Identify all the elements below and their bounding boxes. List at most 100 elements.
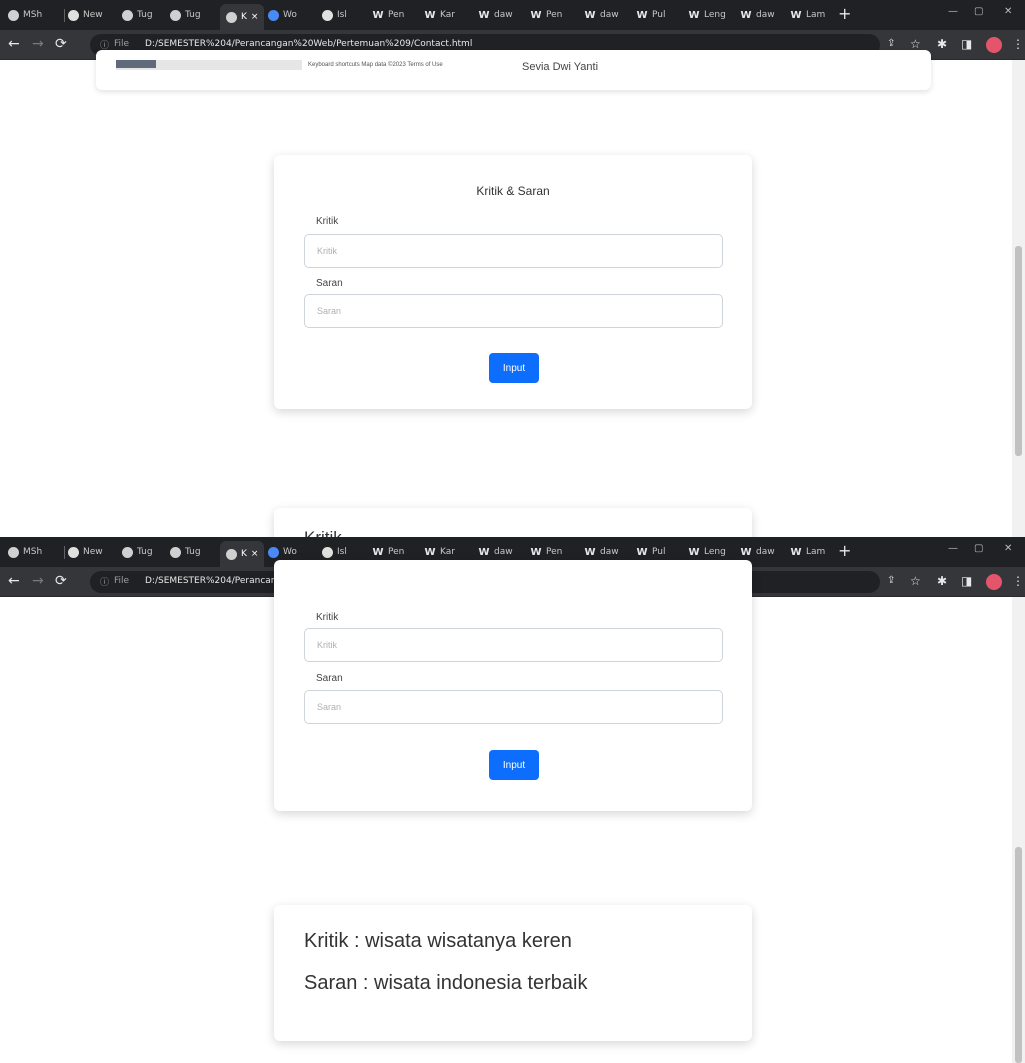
- tab-lam[interactable]: W Lam: [790, 542, 834, 562]
- scrollbar[interactable]: [1012, 60, 1025, 537]
- side-panel-icon[interactable]: ◨: [961, 574, 972, 588]
- back-icon[interactable]: ←: [8, 573, 20, 589]
- close-icon[interactable]: ×: [251, 12, 259, 22]
- page-icon: [226, 11, 237, 23]
- menu-icon[interactable]: ⋮: [1012, 574, 1024, 588]
- kritik-input[interactable]: [305, 629, 722, 661]
- kritik-field[interactable]: [304, 628, 723, 662]
- feedback-form-card: Kritik Saran Input: [274, 560, 752, 811]
- close-window-icon[interactable]: ✕: [1004, 543, 1012, 554]
- classroom-icon: [170, 9, 181, 21]
- tab-isl[interactable]: Isl: [322, 5, 362, 25]
- back-icon[interactable]: ←: [8, 36, 20, 52]
- wikipedia-icon: W: [530, 9, 542, 21]
- input-button[interactable]: Input: [489, 353, 539, 383]
- share-icon[interactable]: ⇪: [887, 37, 895, 51]
- maximize-icon[interactable]: ▢: [974, 6, 983, 17]
- dark-mode-icon: [8, 9, 19, 21]
- tab-active-contact[interactable]: K ×: [220, 541, 264, 567]
- wikipedia-icon: W: [478, 546, 490, 558]
- tab-daw-2[interactable]: Wdaw: [584, 5, 628, 25]
- tab-daw-3[interactable]: Wdaw: [740, 5, 784, 25]
- tab-leng[interactable]: W Leng: [688, 542, 736, 562]
- menu-icon[interactable]: ⋮: [1012, 37, 1024, 51]
- minimize-icon[interactable]: —: [948, 543, 958, 554]
- tab-lam[interactable]: W Lam: [790, 5, 834, 25]
- tab-daw-1[interactable]: Wdaw: [478, 542, 522, 562]
- maximize-icon[interactable]: ▢: [974, 543, 983, 554]
- file-scheme-label: File: [114, 39, 130, 49]
- tab-tug-1[interactable]: Tug: [122, 5, 162, 25]
- forward-icon[interactable]: →: [32, 36, 44, 52]
- file-scheme-label: File: [114, 576, 130, 586]
- extensions-icon[interactable]: ✱: [937, 574, 947, 588]
- dark-mode-icon: [8, 546, 19, 558]
- tab-daw-2[interactable]: Wdaw: [584, 542, 628, 562]
- tab-kar[interactable]: W Kar: [424, 542, 468, 562]
- close-icon[interactable]: ×: [251, 549, 259, 559]
- map-attribution: Keyboard shortcuts Map data ©2023 Terms …: [308, 62, 443, 68]
- wikipedia-icon: W: [584, 546, 596, 558]
- forward-icon[interactable]: →: [32, 573, 44, 589]
- tab-active-contact[interactable]: K ×: [220, 4, 264, 30]
- tab-pen-2[interactable]: W Pen: [530, 5, 574, 25]
- tab-pen-2[interactable]: W Pen: [530, 542, 574, 562]
- tab-separator: [64, 546, 65, 559]
- tab-msh[interactable]: MSh: [8, 5, 44, 25]
- kritik-field[interactable]: [304, 234, 723, 268]
- classroom-icon: [122, 546, 133, 558]
- tab-wo[interactable]: Wo: [268, 542, 308, 562]
- scrollbar-thumb[interactable]: [1015, 847, 1022, 1063]
- tab-pen-1[interactable]: W Pen: [372, 542, 416, 562]
- wikipedia-icon: W: [688, 546, 700, 558]
- saran-field[interactable]: [304, 294, 723, 328]
- bookmark-star-icon[interactable]: ☆: [910, 574, 921, 588]
- tab-kar[interactable]: W Kar: [424, 5, 468, 25]
- tab-msh[interactable]: MSh: [8, 542, 44, 562]
- tab-pul[interactable]: W Pul: [636, 542, 680, 562]
- tab-daw-1[interactable]: Wdaw: [478, 5, 522, 25]
- profile-avatar[interactable]: [986, 574, 1002, 590]
- reload-icon[interactable]: ⟳: [55, 573, 67, 589]
- new-tab-button[interactable]: +: [838, 542, 851, 560]
- kritik-input[interactable]: [305, 235, 722, 267]
- tab-pul[interactable]: W Pul: [636, 5, 680, 25]
- tab-leng[interactable]: W Leng: [688, 5, 736, 25]
- tab-wo[interactable]: Wo: [268, 5, 308, 25]
- info-icon[interactable]: ⓘ: [100, 575, 109, 588]
- wikipedia-icon: W: [372, 9, 384, 21]
- input-button[interactable]: Input: [489, 750, 539, 780]
- wikipedia-icon: W: [584, 9, 596, 21]
- saran-input[interactable]: [305, 295, 722, 327]
- tab-new[interactable]: New: [68, 5, 108, 25]
- tab-tug-2[interactable]: Tug: [170, 542, 210, 562]
- share-icon[interactable]: ⇪: [887, 574, 895, 588]
- tab-isl[interactable]: Isl: [322, 542, 362, 562]
- profile-avatar[interactable]: [986, 37, 1002, 53]
- page-icon: [226, 548, 237, 560]
- scrollbar-thumb[interactable]: [1015, 246, 1022, 456]
- map-control: [116, 60, 156, 68]
- tab-new[interactable]: New: [68, 542, 108, 562]
- tab-tug-2[interactable]: Tug: [170, 5, 210, 25]
- url-text[interactable]: D:/SEMESTER%204/Perancangan%20Web/Pertem…: [145, 39, 472, 49]
- globe-icon: [268, 546, 279, 558]
- bookmark-star-icon[interactable]: ☆: [910, 37, 921, 51]
- reload-icon[interactable]: ⟳: [55, 36, 67, 52]
- tab-pen-1[interactable]: W Pen: [372, 5, 416, 25]
- tab-bar: MSh New Tug Tug K × Wo Isl W Pen W Kar Wdaw…: [0, 0, 1025, 30]
- extensions-icon[interactable]: ✱: [937, 37, 947, 51]
- scrollbar[interactable]: [1012, 597, 1025, 1063]
- wikipedia-icon: W: [790, 546, 802, 558]
- result-card: Kritik : wisata wisatanya keren Saran : …: [274, 905, 752, 1041]
- tab-tug-1[interactable]: Tug: [122, 542, 162, 562]
- tab-daw-3[interactable]: Wdaw: [740, 542, 784, 562]
- saran-input[interactable]: [305, 691, 722, 723]
- saran-field[interactable]: [304, 690, 723, 724]
- screenshot-top: MSh New Tug Tug K × Wo Isl W Pen W Kar Wdaw…: [0, 0, 1025, 537]
- new-tab-button[interactable]: +: [838, 5, 851, 23]
- minimize-icon[interactable]: —: [948, 6, 958, 17]
- side-panel-icon[interactable]: ◨: [961, 37, 972, 51]
- close-window-icon[interactable]: ✕: [1004, 6, 1012, 17]
- globe-icon: [68, 546, 79, 558]
